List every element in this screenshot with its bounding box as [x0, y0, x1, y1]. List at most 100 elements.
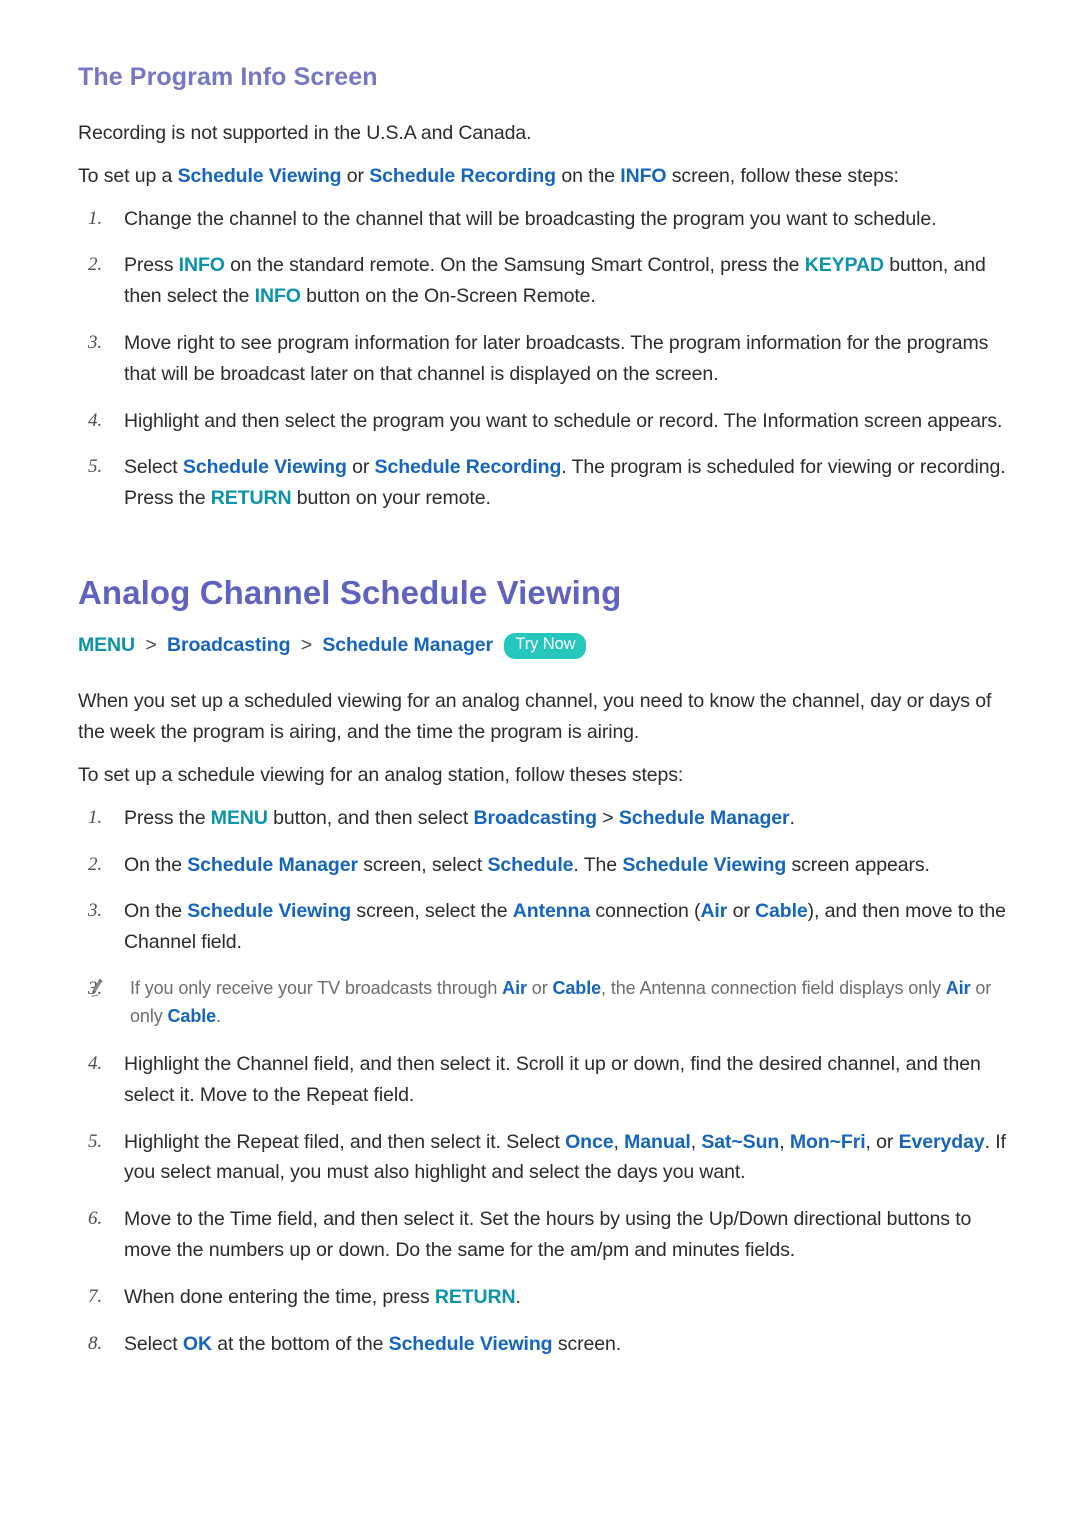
- ui-term: Schedule Viewing: [622, 853, 787, 876]
- list-item: Select Schedule Viewing or Schedule Reco…: [78, 452, 1010, 514]
- ui-term: OK: [182, 1332, 212, 1355]
- text-run: .: [515, 1285, 521, 1308]
- list-item-text: On the Schedule Viewing screen, select t…: [124, 900, 1006, 953]
- ui-term: Schedule Viewing: [182, 456, 347, 479]
- breadcrumb-item-broadcasting[interactable]: Broadcasting: [167, 634, 291, 656]
- note-text: If you only receive your TV broadcasts t…: [130, 978, 991, 1026]
- note-list-slot: If you only receive your TV broadcasts t…: [78, 974, 1010, 1031]
- remote-button-term: INFO: [178, 254, 225, 277]
- breadcrumb-item-schedule-manager[interactable]: Schedule Manager: [322, 634, 493, 656]
- text-run: button, and then select: [267, 806, 474, 829]
- ui-term: Everyday: [898, 1130, 985, 1153]
- ui-term: Antenna: [512, 900, 591, 923]
- ui-term: Cable: [552, 978, 602, 999]
- ui-term: Schedule Recording: [369, 164, 556, 187]
- text-run: screen, select the: [351, 900, 513, 923]
- list-item: Press the MENU button, and then select B…: [78, 803, 1010, 834]
- ui-term: Air: [945, 978, 971, 999]
- ui-term: Manual: [624, 1130, 691, 1153]
- text-run: To set up a schedule viewing for an anal…: [78, 764, 684, 787]
- text-run: connection (: [590, 900, 701, 923]
- ui-term: Sat~Sun: [701, 1130, 780, 1153]
- text-run: To set up a: [78, 164, 178, 187]
- text-run: Recording is not supported in the U.S.A …: [78, 122, 532, 144]
- ui-term: Schedule Viewing: [388, 1332, 553, 1355]
- remote-button-term: RETURN: [434, 1285, 516, 1308]
- list-item-text: Move to the Time field, and then select …: [124, 1208, 971, 1261]
- analog-paragraph-2: To set up a schedule viewing for an anal…: [78, 760, 1010, 791]
- list-item: Highlight the Channel field, and then se…: [78, 1049, 1010, 1111]
- text-run: at the bottom of the: [211, 1332, 389, 1355]
- text-run: screen.: [552, 1332, 622, 1355]
- steps-list-analog-schedule: Press the MENU button, and then select B…: [78, 803, 1010, 1359]
- ui-term: Schedule Manager: [187, 853, 358, 876]
- text-run: If you only receive your TV broadcasts t…: [130, 978, 503, 999]
- text-run: When you set up a scheduled viewing for …: [78, 690, 992, 744]
- text-run: When done entering the time, press: [124, 1285, 435, 1308]
- list-item-text: Highlight the Channel field, and then se…: [124, 1053, 981, 1106]
- list-item-text: When done entering the time, press RETUR…: [124, 1286, 521, 1308]
- text-run: Highlight the Channel field, and then se…: [124, 1052, 981, 1106]
- list-item: Move to the Time field, and then select …: [78, 1204, 1010, 1266]
- text-run: or: [526, 978, 553, 999]
- list-item: Highlight and then select the program yo…: [78, 406, 1010, 437]
- text-run: or: [346, 456, 375, 479]
- remote-button-term: KEYPAD: [804, 254, 884, 277]
- text-run: Press: [124, 254, 179, 277]
- breadcrumb-separator-1: >: [145, 634, 157, 657]
- list-item-text: Select OK at the bottom of the Schedule …: [124, 1333, 621, 1355]
- text-run: Move to the Time field, and then select …: [124, 1208, 972, 1261]
- intro-paragraph-2: To set up a Schedule Viewing or Schedule…: [78, 161, 1010, 192]
- list-item: Press INFO on the standard remote. On th…: [78, 250, 1010, 312]
- text-run: on the: [556, 164, 621, 187]
- list-item-text: Press the MENU button, and then select B…: [124, 807, 795, 829]
- breadcrumb-separator-2: >: [300, 634, 313, 657]
- document-page: The Program Info Screen Recording is not…: [0, 0, 1080, 1527]
- ui-term: Air: [700, 900, 728, 923]
- breadcrumb-menu[interactable]: MENU: [78, 634, 135, 656]
- list-item-text: Highlight the Repeat filed, and then sel…: [124, 1131, 1006, 1184]
- list-item-text: Press INFO on the standard remote. On th…: [124, 254, 986, 307]
- text-run: .: [789, 806, 795, 829]
- note-block: If you only receive your TV broadcasts t…: [78, 974, 1010, 1031]
- ui-term: Schedule Manager: [618, 806, 790, 829]
- text-run: Select: [124, 1332, 183, 1355]
- list-item: On the Schedule Viewing screen, select t…: [78, 896, 1010, 958]
- text-run: button on your remote.: [291, 487, 491, 510]
- ui-term: Schedule: [487, 853, 574, 876]
- list-item-text: Change the channel to the channel that w…: [124, 207, 937, 230]
- remote-button-term: MENU: [210, 806, 268, 829]
- text-run: ,: [779, 1130, 790, 1153]
- analog-paragraph-1: When you set up a scheduled viewing for …: [78, 686, 1010, 748]
- text-run: Select: [124, 456, 183, 479]
- text-run: or: [727, 900, 756, 923]
- text-run: screen, select: [357, 853, 488, 876]
- list-item: Move right to see program information fo…: [78, 328, 1010, 390]
- ui-term: Schedule Viewing: [187, 900, 352, 923]
- text-run: , the Antenna connection field displays …: [601, 978, 946, 999]
- ui-term: Air: [502, 978, 527, 999]
- remote-button-term: RETURN: [210, 487, 292, 510]
- text-run: on the standard remote. On the Samsung S…: [224, 254, 805, 277]
- list-item: On the Schedule Manager screen, select S…: [78, 850, 1010, 881]
- ui-term: Cable: [755, 900, 808, 923]
- ui-term: Mon~Fri: [789, 1130, 866, 1153]
- list-item-text: Move right to see program information fo…: [124, 332, 988, 385]
- text-run: button on the On-Screen Remote.: [300, 285, 596, 308]
- text-run: Press the: [124, 806, 211, 829]
- text-run: Change the channel to the channel that w…: [124, 207, 937, 230]
- intro-paragraph-1: Recording is not supported in the U.S.A …: [78, 118, 1010, 149]
- text-run: screen appears.: [786, 853, 930, 876]
- text-run: . The: [573, 853, 623, 876]
- text-run: screen, follow these steps:: [666, 164, 899, 187]
- steps-list-program-info: Change the channel to the channel that w…: [78, 204, 1010, 514]
- text-run: Move right to see program information fo…: [124, 331, 989, 385]
- text-run: Highlight and then select the program yo…: [124, 409, 1003, 432]
- list-item: Highlight the Repeat filed, and then sel…: [78, 1127, 1010, 1189]
- section-heading-analog-schedule-viewing: Analog Channel Schedule Viewing: [78, 573, 622, 611]
- ui-term: Schedule Recording: [374, 456, 562, 479]
- text-run: , or: [865, 1130, 899, 1153]
- section-heading-program-info: The Program Info Screen: [78, 63, 378, 91]
- try-now-badge[interactable]: Try Now: [504, 633, 587, 659]
